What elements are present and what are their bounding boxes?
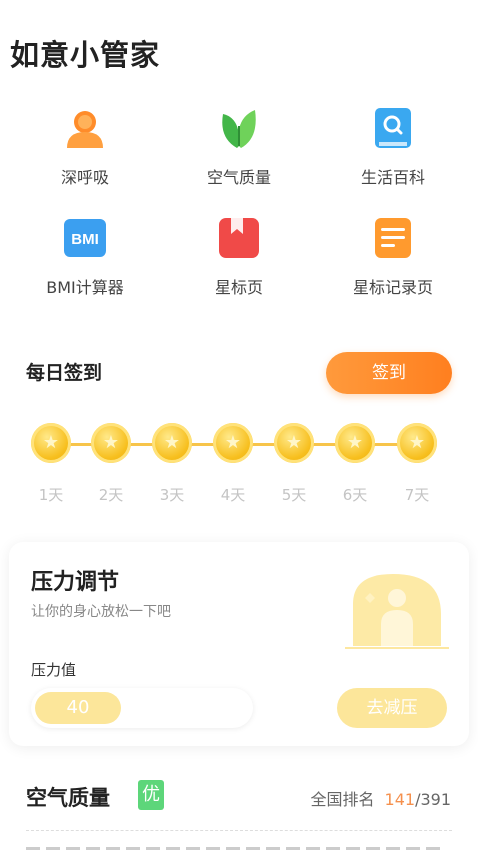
day-label: 1天 [38,486,64,504]
tool-label: 星标页 [214,278,263,297]
air-quality-title: 空气质量 [26,786,110,810]
coin-icon: ★ [335,423,375,463]
pressure-subtitle: 让你的身心放松一下吧 [31,604,171,620]
rank-label: 全国排名 [310,790,375,809]
note-orange-icon [371,216,415,260]
day-label: 2天 [98,486,124,504]
coin-icon: ★ [31,423,71,463]
star-icon: ★ [163,432,181,453]
coin-icon: ★ [152,423,192,463]
pressure-card: 压力调节 让你的身心放松一下吧 压力值 40 去减压 [9,542,469,746]
rank-value: 141 [384,790,416,809]
national-rank: 全国排名 141/391 [311,786,452,810]
tool-deep-breath[interactable]: 深呼吸 [10,106,160,188]
bmi-icon: BMI [63,216,107,260]
pressure-title: 压力调节 [31,570,120,595]
checkin-button[interactable]: 签到 [326,352,452,394]
star-icon: ★ [42,432,60,453]
day-label: 3天 [159,486,185,504]
coin-icon: ★ [91,423,131,463]
tool-label: 星标记录页 [352,278,433,297]
day-label: 6天 [342,486,368,504]
bmi-icon-text: BMI [71,231,99,248]
tool-label: BMI计算器 [46,278,124,297]
pressure-value-label: 压力值 [31,661,77,679]
day-label: 5天 [281,486,307,504]
search-book-icon [371,106,415,150]
reduce-pressure-button[interactable]: 去减压 [337,688,447,728]
tool-life-encyclopedia[interactable]: 生活百科 [318,106,468,188]
day-label: 7天 [404,486,430,504]
tool-label: 生活百科 [360,168,425,187]
star-icon: ★ [285,432,303,453]
star-icon: ★ [102,432,120,453]
coin-icon: ★ [397,423,437,463]
star-icon: ★ [224,432,242,453]
section-divider [26,830,452,831]
rank-total: /391 [415,790,451,809]
coin-icon: ★ [274,423,314,463]
coin-icon: ★ [213,423,253,463]
bookmark-red-icon [217,216,261,260]
app-title: 如意小管家 [10,38,161,72]
tool-label: 空气质量 [206,168,271,187]
tool-bmi-calculator[interactable]: BMI BMI计算器 [10,216,160,298]
star-icon: ★ [408,432,426,453]
tool-air-quality[interactable]: 空气质量 [164,106,314,188]
day-label: 4天 [220,486,246,504]
relax-illustration-icon [345,564,449,652]
air-quality-badge: 优 [138,780,164,810]
pressure-level-fill: 40 [35,692,121,724]
tool-star-records[interactable]: 星标记录页 [318,216,468,298]
air-tip-text-peek [26,842,446,850]
tool-star-page[interactable]: 星标页 [164,216,314,298]
checkin-title: 每日签到 [26,362,103,384]
star-icon: ★ [346,432,364,453]
pressure-slider[interactable]: 40 [31,688,253,728]
tool-label: 深呼吸 [60,168,109,187]
green-leaves-icon [217,106,261,150]
person-orange-icon [63,106,107,150]
